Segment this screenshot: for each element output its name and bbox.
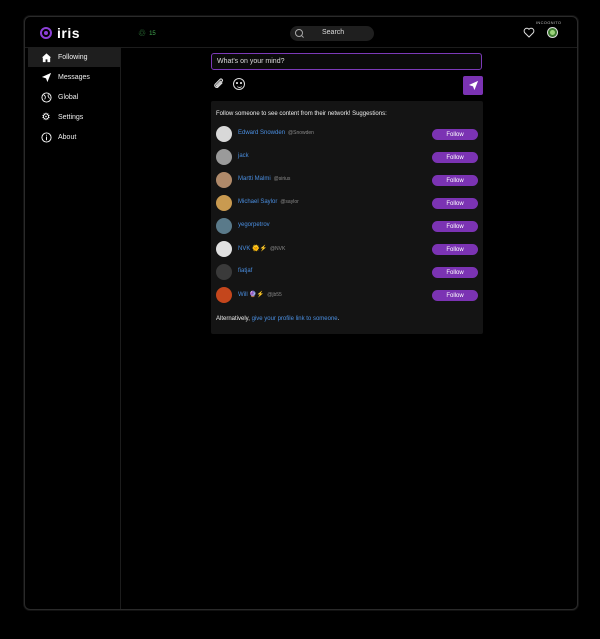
user-name-link[interactable]: Michael Saylor @saylor — [238, 199, 299, 205]
follow-button[interactable]: Follow — [432, 290, 478, 301]
user-name-link[interactable]: NVK 🌞⚡ @NVK — [238, 245, 285, 252]
avatar[interactable] — [216, 241, 232, 257]
globe-icon — [40, 91, 52, 103]
follow-button[interactable]: Follow — [432, 221, 478, 232]
sidebar-item-label: Messages — [58, 73, 90, 81]
info-icon — [40, 131, 52, 143]
profile-link[interactable]: give your profile link to someone — [252, 316, 338, 322]
app-window: iris ♲ 15 Search INCOGNITO Following Mes… — [24, 16, 578, 610]
list-item: jack Follow — [216, 148, 478, 166]
user-name-link[interactable]: Will 🔮⚡ @jb55 — [238, 291, 282, 298]
sidebar-item-label: About — [58, 133, 77, 141]
app-name: iris — [57, 25, 81, 41]
top-bar: iris ♲ 15 Search INCOGNITO — [25, 17, 577, 48]
list-item: NVK 🌞⚡ @NVK Follow — [216, 240, 478, 258]
avatar[interactable] — [216, 287, 232, 303]
sidebar-item-global[interactable]: Global — [28, 87, 120, 107]
follow-button[interactable]: Follow — [432, 267, 478, 278]
sidebar-item-about[interactable]: About — [28, 127, 120, 147]
follow-button[interactable]: Follow — [432, 198, 478, 209]
peers-count: 15 — [149, 30, 156, 37]
sidebar-item-following[interactable]: Following — [28, 47, 120, 67]
gear-icon: ⚙ — [41, 111, 51, 123]
avatar[interactable] — [216, 126, 232, 142]
avatar[interactable] — [216, 218, 232, 234]
list-item: Martti Malmi @sirius Follow — [216, 171, 478, 189]
user-avatar[interactable] — [547, 27, 558, 38]
list-item: yegorpetrov Follow — [216, 217, 478, 235]
sidebar-item-settings[interactable]: ⚙ Settings — [28, 107, 120, 127]
list-item: Will 🔮⚡ @jb55 Follow — [216, 286, 478, 304]
sidebar: Following Messages Global ⚙ Settings Abo… — [25, 47, 121, 609]
user-name-link[interactable]: yegorpetrov — [238, 222, 273, 228]
follow-button[interactable]: Follow — [432, 175, 478, 186]
list-item: fiatjaf Follow — [216, 263, 478, 281]
search-input[interactable]: Search — [290, 26, 374, 41]
compose-input[interactable]: What's on your mind? — [211, 53, 482, 70]
sidebar-item-label: Following — [58, 53, 88, 61]
home-icon — [40, 51, 52, 63]
suggestions-panel: Follow someone to see content from their… — [211, 101, 483, 334]
list-item: Edward Snowden @Snowden Follow — [216, 125, 478, 143]
follow-button[interactable]: Follow — [432, 129, 478, 140]
user-name-link[interactable]: Edward Snowden @Snowden — [238, 130, 314, 136]
logo[interactable]: iris — [40, 25, 80, 41]
avatar[interactable] — [216, 172, 232, 188]
incognito-label: INCOGNITO — [536, 20, 562, 25]
avatar[interactable] — [216, 264, 232, 280]
paper-plane-icon — [468, 80, 478, 91]
avatar[interactable] — [216, 149, 232, 165]
user-name-link[interactable]: fiatjaf — [238, 268, 255, 274]
paper-plane-icon — [40, 71, 52, 83]
send-button[interactable] — [463, 76, 483, 95]
smiley-icon[interactable] — [233, 78, 245, 90]
alternative-note: Alternatively, give your profile link to… — [216, 316, 340, 322]
search-placeholder: Search — [322, 29, 345, 36]
paperclip-icon[interactable] — [213, 77, 225, 91]
peers-indicator[interactable]: ♲ 15 — [138, 28, 156, 39]
iris-logo-icon — [40, 27, 52, 39]
avatar[interactable] — [216, 195, 232, 211]
suggestions-title: Follow someone to see content from their… — [216, 111, 387, 117]
compose-placeholder: What's on your mind? — [217, 58, 285, 65]
search-icon — [295, 29, 303, 37]
follow-button[interactable]: Follow — [432, 244, 478, 255]
user-name-link[interactable]: jack — [238, 153, 252, 159]
sidebar-item-label: Settings — [58, 113, 84, 121]
list-item: Michael Saylor @saylor Follow — [216, 194, 478, 212]
follow-button[interactable]: Follow — [432, 152, 478, 163]
sidebar-item-messages[interactable]: Messages — [28, 67, 120, 87]
user-name-link[interactable]: Martti Malmi @sirius — [238, 176, 290, 182]
sidebar-item-label: Global — [58, 93, 79, 101]
heart-icon[interactable] — [523, 27, 535, 38]
recycle-icon: ♲ — [138, 28, 147, 38]
